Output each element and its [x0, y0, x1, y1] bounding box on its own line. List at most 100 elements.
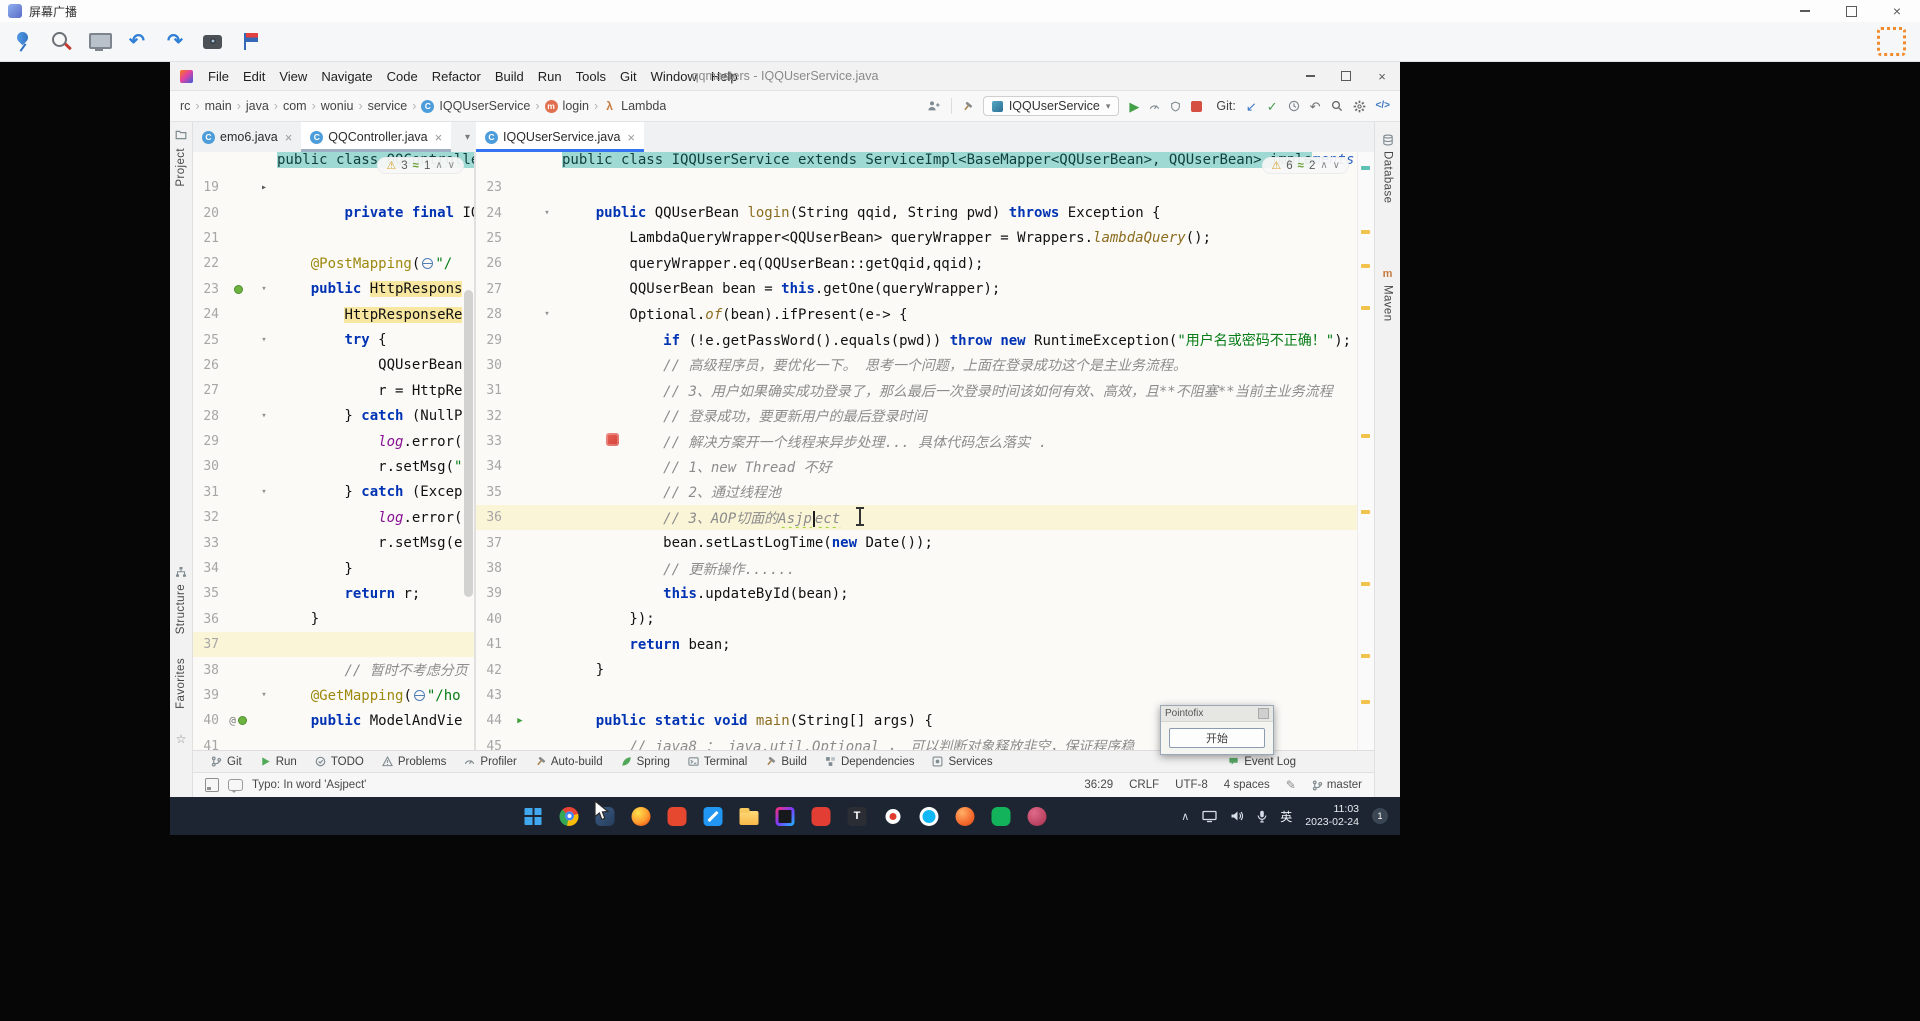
code-tools-icon[interactable]: </>: [1376, 101, 1390, 111]
code-line[interactable]: 30 // 高级程序员，要优化一下。 思考一个问题，上面在登录成功这个是主业务流…: [476, 353, 1357, 378]
code-line[interactable]: 40 });: [476, 607, 1357, 632]
status-message[interactable]: Typo: In word 'Asjpect': [252, 779, 366, 791]
line-number[interactable]: 34: [193, 561, 223, 576]
commit-icon[interactable]: ✓: [1267, 100, 1278, 113]
code-line[interactable]: 33 r.setMsg(e: [193, 530, 474, 555]
run-method-icon[interactable]: ▶: [517, 716, 522, 726]
code-line[interactable]: 31 // 3、用户如果确实成功登录了，那么最后一次登录时间该如何有效、高效，且…: [476, 378, 1357, 403]
menu-run[interactable]: Run: [531, 69, 569, 84]
code-line[interactable]: 28 ▾ Optional.of(bean).ifPresent(e-> {: [476, 302, 1357, 327]
line-number[interactable]: 25: [476, 231, 506, 246]
taskbar-icon-maroon-app[interactable]: [1025, 804, 1050, 829]
menu-view[interactable]: View: [272, 69, 314, 84]
line-number[interactable]: 22: [193, 256, 223, 271]
line-number[interactable]: 43: [476, 688, 506, 703]
favorites-star-icon[interactable]: ☆: [170, 732, 192, 746]
breadcrumb-item[interactable]: rc: [180, 99, 190, 113]
code-line[interactable]: 37 bean.setLastLogTime(new Date());: [476, 530, 1357, 555]
code-line[interactable]: 41: [193, 734, 474, 750]
scrollbar-thumb[interactable]: [464, 290, 473, 597]
taskbar-icon-wechat[interactable]: [989, 804, 1014, 829]
code-with-me-icon[interactable]: [927, 100, 941, 112]
camera-icon[interactable]: [200, 29, 226, 55]
toolwindow-build[interactable]: Build: [757, 756, 815, 768]
update-project-icon[interactable]: ↙: [1246, 100, 1257, 113]
redo-icon[interactable]: ↷: [162, 29, 188, 55]
code-line[interactable]: 39 ▾ @GetMapping("/ho: [193, 683, 474, 708]
code-line[interactable]: 23: [476, 175, 1357, 200]
code-line[interactable]: 29 if (!e.getPassWord().equals(pwd)) thr…: [476, 327, 1357, 352]
line-number[interactable]: 26: [476, 256, 506, 271]
code-line[interactable]: 21: [193, 226, 474, 251]
line-number[interactable]: 33: [476, 434, 506, 449]
code-line[interactable]: 32 log.error(: [193, 505, 474, 530]
code-line[interactable]: 37: [193, 632, 474, 658]
line-number[interactable]: 29: [193, 434, 223, 449]
taskbar-icon-red-app[interactable]: [665, 804, 690, 829]
stripe-mark[interactable]: [1361, 166, 1370, 170]
code-line[interactable]: 30 r.setMsg(": [193, 454, 474, 479]
line-number[interactable]: 24: [476, 206, 506, 221]
error-stripe[interactable]: [1357, 152, 1374, 750]
stripe-mark[interactable]: [1361, 264, 1370, 268]
spring-bean-icon[interactable]: [233, 284, 243, 294]
breadcrumb-item[interactable]: service: [368, 99, 408, 113]
ide-close-button[interactable]: ×: [1364, 62, 1400, 90]
sidebar-item-structure[interactable]: Structure: [170, 584, 192, 634]
taskbar-icon-red-dot-app[interactable]: [881, 804, 906, 829]
line-number[interactable]: 26: [193, 358, 223, 373]
line-number[interactable]: 33: [193, 536, 223, 551]
line-number[interactable]: 45: [476, 739, 506, 750]
code-line[interactable]: 40 @ public ModelAndVie: [193, 708, 474, 733]
rollback-icon[interactable]: ↶: [1310, 100, 1321, 113]
menu-code[interactable]: Code: [380, 69, 425, 84]
taskbar-icon-intellij-idea[interactable]: [773, 804, 798, 829]
menu-git[interactable]: Git: [613, 69, 644, 84]
line-number[interactable]: 21: [193, 231, 223, 246]
code-line[interactable]: 29 log.error(: [193, 429, 474, 454]
stripe-mark[interactable]: [1361, 700, 1370, 704]
tab-emo6-java[interactable]: Cemo6.java ×: [193, 122, 301, 152]
code-line[interactable]: 25 LambdaQueryWrapper<QQUserBean> queryW…: [476, 226, 1357, 251]
close-icon[interactable]: ×: [627, 130, 635, 145]
editor-pane-qqcontroller[interactable]: public class QQController extends19▸20 p…: [193, 152, 474, 750]
taskbar-icon-firefox[interactable]: [629, 804, 654, 829]
line-number[interactable]: 28: [476, 307, 506, 322]
menu-file[interactable]: File: [201, 69, 236, 84]
app-maximize-button[interactable]: [1828, 0, 1874, 22]
database-toolwindow[interactable]: Database: [1375, 134, 1400, 203]
code-line[interactable]: 28 ▾ } catch (NullP: [193, 404, 474, 429]
breadcrumb-item[interactable]: λ Lambda: [603, 99, 666, 113]
line-number[interactable]: 40: [193, 713, 223, 728]
code-line[interactable]: 27 r = HttpRe: [193, 378, 474, 403]
app-minimize-button[interactable]: [1782, 0, 1828, 22]
line-number[interactable]: 29: [476, 333, 506, 348]
code-line[interactable]: 23 ▾ public HttpRespons: [193, 277, 474, 302]
line-number[interactable]: 20: [193, 206, 223, 221]
settings-gear-icon[interactable]: [1353, 100, 1366, 113]
undo-icon[interactable]: ↶: [124, 29, 150, 55]
code-line[interactable]: 31 ▾ } catch (Excep: [193, 480, 474, 505]
code-line[interactable]: 20 private final IQQU: [193, 200, 474, 225]
stop-button[interactable]: [1191, 100, 1203, 112]
breadcrumb-item[interactable]: main: [205, 99, 232, 113]
breadcrumb-item[interactable]: C IQQUserService: [421, 99, 530, 113]
code-line[interactable]: 32 // 登录成功，要更新用户的最后登录时间: [476, 404, 1357, 429]
line-number[interactable]: 37: [476, 536, 506, 551]
breadcrumb-item[interactable]: woniu: [321, 99, 354, 113]
flag-icon[interactable]: [238, 29, 264, 55]
code-line[interactable]: 39 this.updateById(bean);: [476, 581, 1357, 606]
code-line[interactable]: 41 return bean;: [476, 632, 1357, 657]
readonly-toggle-icon[interactable]: ✎: [1286, 778, 1296, 792]
spring-bean-icon[interactable]: [237, 716, 247, 726]
tab-qqcontroller-java[interactable]: C QQController.java ×: [301, 122, 452, 152]
sidebar-item-favorites[interactable]: Favorites: [170, 658, 192, 709]
indent-setting[interactable]: 4 spaces: [1224, 779, 1270, 791]
line-number[interactable]: 30: [193, 459, 223, 474]
fold-icon[interactable]: ▾: [261, 284, 266, 294]
close-icon[interactable]: ×: [435, 130, 443, 145]
tool-window-switcher-icon[interactable]: [205, 778, 219, 792]
stripe-mark[interactable]: [1361, 230, 1370, 234]
project-toolwindow-icon[interactable]: [170, 129, 192, 141]
inspections-widget[interactable]: ⚠ 3 ≈1 ∧ ∨: [377, 157, 464, 174]
